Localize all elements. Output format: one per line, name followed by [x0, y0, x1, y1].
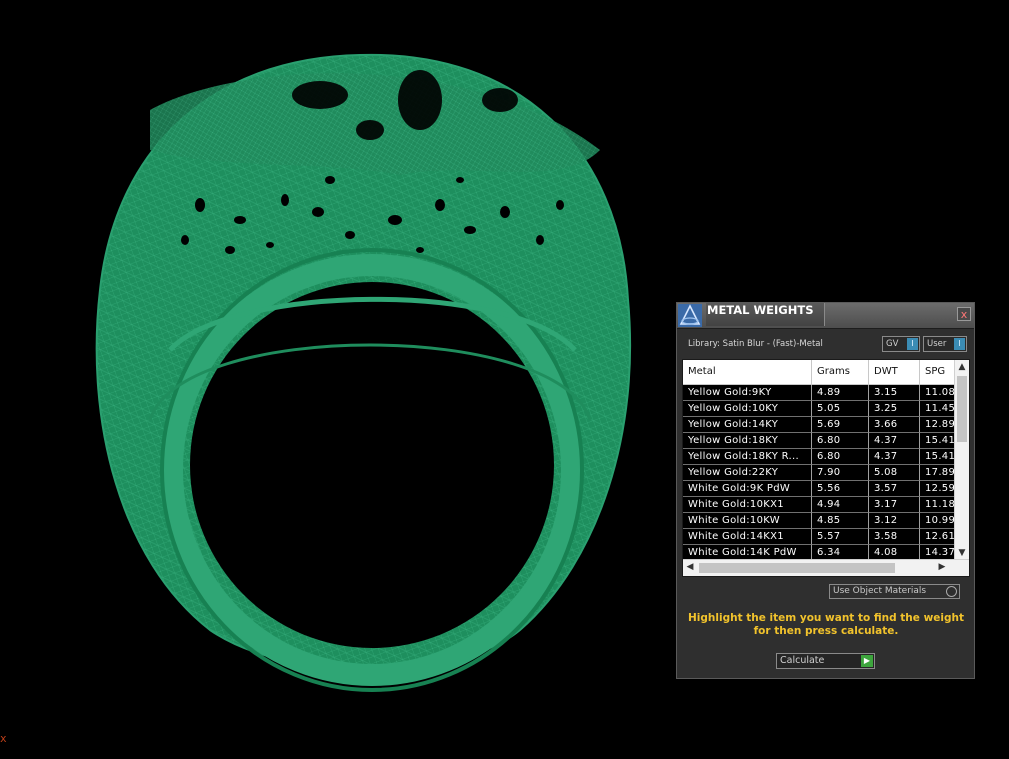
metal-cell: Yellow Gold:22KY	[683, 465, 812, 481]
scroll-down-icon[interactable]: ▼	[955, 548, 969, 558]
toggle-knob-icon: I	[954, 338, 965, 350]
table-row[interactable]: Yellow Gold:18KY R... 6.80 4.37 15.41	[683, 449, 960, 465]
close-icon[interactable]: x	[957, 307, 971, 321]
axis-label: x	[0, 732, 7, 745]
user-toggle[interactable]: User I	[923, 336, 967, 352]
metal-cell: Yellow Gold:14KY	[683, 417, 812, 433]
grams-cell: 4.85	[812, 513, 869, 529]
horizontal-scrollbar[interactable]: ◀ ▶	[683, 559, 969, 576]
instructions-line-2: for then press calculate.	[753, 625, 899, 637]
table-row[interactable]: White Gold:9K PdW 5.56 3.57 12.59	[683, 481, 960, 497]
metal-cell: White Gold:9K PdW	[683, 481, 812, 497]
use-object-materials-option[interactable]: Use Object Materials	[829, 584, 960, 599]
grams-cell: 5.57	[812, 529, 869, 545]
play-arrow-icon: ▶	[861, 655, 873, 667]
metal-weights-panel: METAL WEIGHTS x Library: Satin Blur - (F…	[676, 302, 975, 679]
grams-cell: 5.56	[812, 481, 869, 497]
grams-cell: 4.94	[812, 497, 869, 513]
table-row[interactable]: Yellow Gold:14KY 5.69 3.66 12.89	[683, 417, 960, 433]
instructions-line-1: Highlight the item you want to find the …	[688, 612, 964, 624]
app-logo-icon	[678, 304, 702, 327]
calculate-label: Calculate	[780, 655, 825, 666]
table-body: Yellow Gold:9KY 4.89 3.15 11.08 Yellow Gold:…	[683, 385, 960, 561]
table-row[interactable]: Yellow Gold:10KY 5.05 3.25 11.45	[683, 401, 960, 417]
scroll-up-icon[interactable]: ▲	[955, 362, 969, 372]
table-row[interactable]: White Gold:10KW 4.85 3.12 10.99	[683, 513, 960, 529]
gv-toggle-label: GV	[886, 339, 899, 349]
panel-titlebar[interactable]: METAL WEIGHTS x	[677, 303, 974, 329]
metal-weights-table[interactable]: Metal Grams DWT SPG Yellow Gold:9KY 4.89 3…	[682, 359, 970, 577]
table-header: Metal Grams DWT SPG	[683, 360, 955, 385]
vertical-scrollbar[interactable]: ▲ ▼	[954, 360, 969, 560]
dwt-cell: 4.37	[869, 449, 920, 465]
user-toggle-label: User	[927, 339, 947, 349]
metal-cell: White Gold:10KW	[683, 513, 812, 529]
grams-cell: 6.80	[812, 433, 869, 449]
use-object-materials-label: Use Object Materials	[833, 586, 927, 596]
dwt-cell: 3.66	[869, 417, 920, 433]
table-row[interactable]: White Gold:14KX1 5.57 3.58 12.61	[683, 529, 960, 545]
library-label: Library: Satin Blur - (Fast)-Metal	[688, 339, 823, 349]
metal-cell: White Gold:14KX1	[683, 529, 812, 545]
grams-cell: 4.89	[812, 385, 869, 401]
table-row[interactable]: Yellow Gold:18KY 6.80 4.37 15.41	[683, 433, 960, 449]
scroll-left-icon[interactable]: ◀	[683, 562, 697, 572]
column-header-dwt[interactable]: DWT	[869, 360, 920, 384]
metal-cell: Yellow Gold:10KY	[683, 401, 812, 417]
dwt-cell: 4.37	[869, 433, 920, 449]
dwt-cell: 5.08	[869, 465, 920, 481]
table-row[interactable]: Yellow Gold:9KY 4.89 3.15 11.08	[683, 385, 960, 401]
grams-cell: 5.05	[812, 401, 869, 417]
table-row[interactable]: Yellow Gold:22KY 7.90 5.08 17.89	[683, 465, 960, 481]
metal-cell: Yellow Gold:18KY R...	[683, 449, 812, 465]
grams-cell: 5.69	[812, 417, 869, 433]
toggle-knob-icon: I	[907, 338, 918, 350]
column-header-metal[interactable]: Metal	[683, 360, 812, 384]
axis-gizmo: x	[0, 732, 7, 745]
panel-title: METAL WEIGHTS	[706, 303, 825, 326]
dwt-cell: 3.57	[869, 481, 920, 497]
scroll-right-icon[interactable]: ▶	[935, 562, 949, 572]
grams-cell: 6.80	[812, 449, 869, 465]
vertical-scroll-thumb[interactable]	[957, 376, 967, 442]
gv-toggle[interactable]: GV I	[882, 336, 920, 352]
metal-cell: Yellow Gold:9KY	[683, 385, 812, 401]
metal-cell: Yellow Gold:18KY	[683, 433, 812, 449]
grams-cell: 7.90	[812, 465, 869, 481]
horizontal-scroll-thumb[interactable]	[699, 563, 895, 573]
instructions-text: Highlight the item you want to find the …	[687, 612, 965, 638]
metal-cell: White Gold:10KX1	[683, 497, 812, 513]
dwt-cell: 3.15	[869, 385, 920, 401]
dwt-cell: 3.12	[869, 513, 920, 529]
radio-icon[interactable]	[946, 586, 957, 597]
calculate-button[interactable]: Calculate ▶	[776, 653, 875, 669]
dwt-cell: 3.17	[869, 497, 920, 513]
dwt-cell: 3.25	[869, 401, 920, 417]
dwt-cell: 3.58	[869, 529, 920, 545]
column-header-grams[interactable]: Grams	[812, 360, 869, 384]
table-row[interactable]: White Gold:10KX1 4.94 3.17 11.18	[683, 497, 960, 513]
